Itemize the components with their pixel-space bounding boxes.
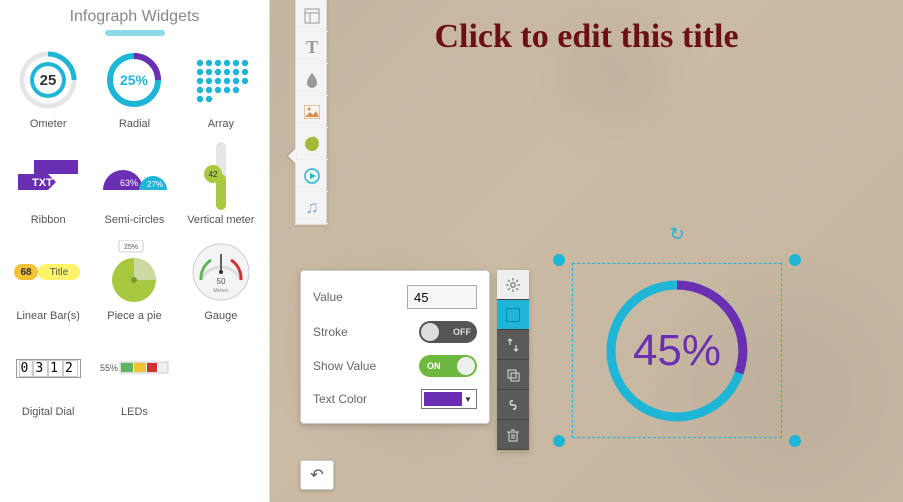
- properties-panel: Value Stroke OFF Show Value ON Text Colo…: [300, 270, 490, 424]
- svg-text:25%: 25%: [120, 72, 149, 88]
- ribbon-label: Ribbon: [31, 214, 66, 226]
- prop-text-color-picker[interactable]: ▼: [421, 389, 477, 409]
- mini-delete[interactable]: [497, 420, 529, 450]
- svg-text:55%: 55%: [100, 363, 118, 373]
- widget-digital-dial[interactable]: 0312 Digital Dial: [8, 332, 88, 418]
- svg-text:27%: 27%: [147, 180, 163, 189]
- gauge-label: Gauge: [204, 310, 237, 322]
- radial-value-text: 45%: [633, 326, 721, 376]
- widget-array[interactable]: Array: [181, 44, 261, 130]
- tool-layout[interactable]: [296, 0, 328, 32]
- tool-droplet[interactable]: [296, 64, 328, 96]
- mini-duplicate[interactable]: [497, 360, 529, 390]
- widget-grid: 25 Ometer 25% Radial: [8, 44, 261, 418]
- canvas-title[interactable]: Click to edit this title: [434, 18, 738, 56]
- resize-handle-br[interactable]: [789, 435, 801, 447]
- pie-label: Piece a pie: [107, 310, 161, 322]
- leds-label: LEDs: [121, 406, 148, 418]
- digital-icon: 0312: [12, 332, 84, 404]
- pie-icon: 25%: [98, 236, 170, 308]
- toolbar-collapse-handle[interactable]: [288, 148, 296, 164]
- widget-leds[interactable]: 55% LEDs: [94, 332, 174, 418]
- selection-box[interactable]: ↻ 45%: [572, 263, 782, 438]
- widget-linear-bars[interactable]: 68 Title Linear Bar(s): [8, 236, 88, 322]
- widget-semi-circles[interactable]: 63% 27% Semi-circles: [94, 140, 174, 226]
- widgets-panel: Infograph Widgets 25 Ometer 25%: [0, 0, 270, 502]
- ometer-label: Ometer: [30, 118, 67, 130]
- radial-widget-instance[interactable]: 45%: [597, 271, 757, 431]
- prop-stroke-toggle[interactable]: OFF: [419, 321, 477, 343]
- svg-text:50: 50: [216, 277, 225, 286]
- resize-handle-tl[interactable]: [553, 254, 565, 266]
- widget-radial[interactable]: 25% Radial: [94, 44, 174, 130]
- svg-text:63%: 63%: [120, 178, 138, 188]
- semi-label: Semi-circles: [105, 214, 165, 226]
- vertical-toolbar: T ♫: [295, 0, 327, 225]
- resize-handle-bl[interactable]: [553, 435, 565, 447]
- tool-text[interactable]: T: [296, 32, 328, 64]
- canvas[interactable]: T ♫ Click to edit this title Value Strok…: [270, 0, 903, 502]
- prop-show-value-toggle[interactable]: ON: [419, 355, 477, 377]
- radial-icon: 25%: [98, 44, 170, 116]
- tool-chart[interactable]: [296, 128, 328, 160]
- mini-arrange[interactable]: [497, 330, 529, 360]
- radial-label: Radial: [119, 118, 150, 130]
- svg-text:68: 68: [21, 267, 33, 278]
- mini-settings[interactable]: [497, 270, 529, 300]
- resize-handle-tr[interactable]: [789, 254, 801, 266]
- color-swatch: [424, 392, 462, 406]
- vmeter-label: Vertical meter: [187, 214, 254, 226]
- gauge-icon: 50 Meters: [185, 236, 257, 308]
- array-icon: [185, 44, 257, 116]
- mini-link[interactable]: [497, 390, 529, 420]
- mini-toolbar: [497, 270, 529, 450]
- widget-piece-a-pie[interactable]: 25% Piece a pie: [94, 236, 174, 322]
- svg-text:Meters: Meters: [213, 288, 229, 294]
- mini-color[interactable]: [497, 300, 529, 330]
- widget-ribbon[interactable]: TXT Ribbon: [8, 140, 88, 226]
- svg-text:25%: 25%: [124, 244, 138, 251]
- svg-text:25: 25: [40, 72, 57, 89]
- prop-value-input[interactable]: [407, 285, 477, 309]
- prop-text-color-label: Text Color: [313, 392, 367, 406]
- prop-value-label: Value: [313, 290, 343, 304]
- prop-show-value-label: Show Value: [313, 359, 376, 373]
- tool-music[interactable]: ♫: [296, 192, 328, 224]
- vmeter-icon: 42: [185, 140, 257, 212]
- linear-label: Linear Bar(s): [16, 310, 80, 322]
- undo-button[interactable]: ↶: [300, 460, 334, 490]
- panel-title: Infograph Widgets: [8, 8, 261, 36]
- chevron-down-icon: ▼: [462, 395, 474, 404]
- widget-vertical-meter[interactable]: 42 Vertical meter: [181, 140, 261, 226]
- linear-icon: 68 Title: [12, 236, 84, 308]
- digital-label: Digital Dial: [22, 406, 75, 418]
- widget-ometer[interactable]: 25 Ometer: [8, 44, 88, 130]
- ribbon-icon: TXT: [12, 140, 84, 212]
- semi-icon: 63% 27%: [98, 140, 170, 212]
- widget-gauge[interactable]: 50 Meters Gauge: [181, 236, 261, 322]
- leds-icon: 55%: [98, 332, 170, 404]
- array-label: Array: [208, 118, 234, 130]
- prop-stroke-label: Stroke: [313, 325, 348, 339]
- ometer-icon: 25: [12, 44, 84, 116]
- tool-video[interactable]: [296, 160, 328, 192]
- svg-text:42: 42: [208, 170, 217, 179]
- tool-image[interactable]: [296, 96, 328, 128]
- svg-text:TXT: TXT: [32, 177, 53, 189]
- rotate-handle[interactable]: ↻: [669, 224, 684, 245]
- svg-text:Title: Title: [50, 267, 69, 278]
